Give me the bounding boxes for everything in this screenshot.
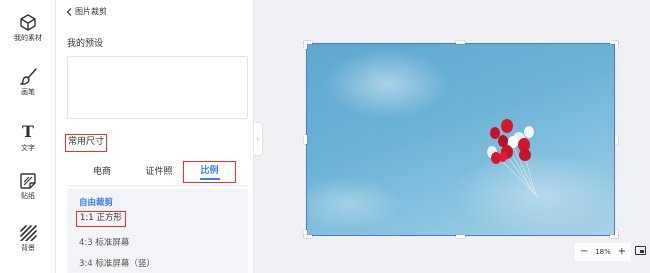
tab-divider <box>67 185 248 186</box>
tool-background[interactable]: 背景 <box>0 225 56 253</box>
crop-handle-right[interactable] <box>615 135 618 144</box>
zoom-out-button[interactable]: − <box>580 247 588 257</box>
crop-frame[interactable] <box>306 43 615 236</box>
chevron-left-icon <box>66 7 72 16</box>
tool-sticker[interactable]: 贴纸 <box>0 173 56 201</box>
fit-screen-icon[interactable] <box>635 246 646 255</box>
sticker-icon <box>20 173 36 189</box>
tool-label: 贴纸 <box>21 192 35 200</box>
back-label: 图片裁剪 <box>75 7 107 16</box>
brush-icon <box>19 68 37 85</box>
crop-panel: 图片裁剪 我的预设 常用尺寸 电商 证件照 比例 自由裁剪 1:1 正方形 4:… <box>56 0 254 273</box>
tool-label: 画笔 <box>21 88 35 96</box>
crop-handle-top-left[interactable] <box>304 41 307 49</box>
crop-handle-bottom[interactable] <box>456 235 465 238</box>
tab-ratio-label: 比例 <box>200 166 219 176</box>
size-tabs: 电商 证件照 比例 <box>67 161 248 183</box>
background-pattern-icon <box>19 225 37 241</box>
crop-handle-top[interactable] <box>456 41 465 44</box>
crop-handle-bottom-left[interactable] <box>304 230 307 238</box>
crop-handle-left[interactable] <box>304 135 307 144</box>
ratio-free-crop[interactable]: 自由裁剪 <box>79 196 113 208</box>
preset-title: 我的预设 <box>67 39 104 49</box>
back-button[interactable]: 图片裁剪 <box>66 6 107 17</box>
tool-my-materials[interactable]: 我的素材 <box>0 14 56 43</box>
zoom-in-button[interactable]: + <box>618 247 626 257</box>
tool-label: 背景 <box>21 244 35 252</box>
common-sizes-title: 常用尺寸 <box>65 134 108 152</box>
tool-label: 我的素材 <box>14 34 42 42</box>
zoom-control: − 18% + <box>575 243 631 261</box>
ratio-3-4[interactable]: 3:4 标准屏幕（竖） <box>79 257 155 269</box>
tab-id-photo[interactable]: 证件照 <box>135 161 183 183</box>
tool-brush[interactable]: 画笔 <box>0 68 56 97</box>
cube-icon <box>20 14 36 31</box>
preset-area[interactable] <box>67 56 248 119</box>
ratio-1-1[interactable]: 1:1 正方形 <box>76 211 126 227</box>
tool-text[interactable]: T 文字 <box>0 123 56 153</box>
collapse-panel-button[interactable]: ‹ <box>254 122 263 156</box>
tool-rail: 我的素材 画笔 T 文字 贴纸 背景 <box>0 0 56 273</box>
tab-ecommerce[interactable]: 电商 <box>82 161 122 183</box>
active-tab-indicator <box>200 178 220 180</box>
ratio-list: 自由裁剪 1:1 正方形 4:3 标准屏幕 3:4 标准屏幕（竖） <box>67 189 248 273</box>
crop-handle-bottom-right[interactable] <box>615 230 618 238</box>
ratio-4-3[interactable]: 4:3 标准屏幕 <box>79 236 129 248</box>
tool-label: 文字 <box>21 144 35 152</box>
crop-handle-top-right[interactable] <box>615 41 618 49</box>
zoom-level: 18% <box>595 248 611 256</box>
tab-ratio[interactable]: 比例 <box>183 161 236 183</box>
text-icon: T <box>22 122 34 141</box>
